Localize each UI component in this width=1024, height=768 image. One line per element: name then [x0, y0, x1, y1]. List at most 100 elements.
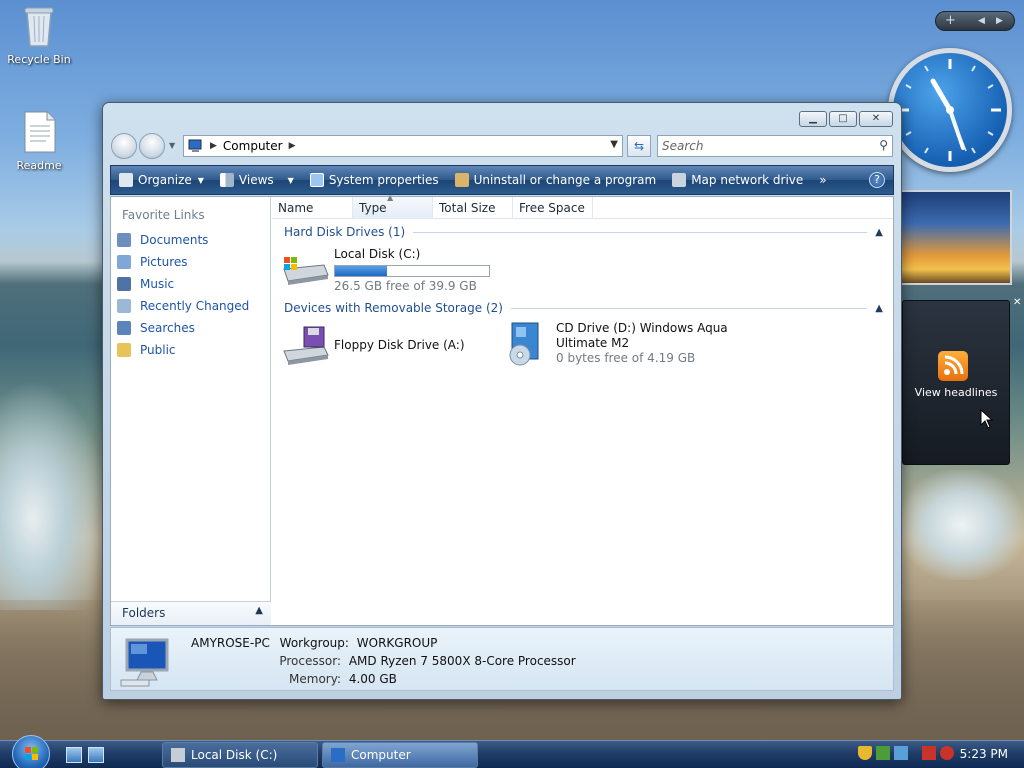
column-name[interactable]: Name [272, 197, 353, 219]
column-total-size[interactable]: Total Size [433, 197, 513, 219]
documents-icon [117, 233, 131, 247]
fav-link-music[interactable]: Music [117, 273, 249, 295]
minimize-button[interactable]: ▁ [799, 111, 827, 127]
add-gadget-icon[interactable]: + [945, 13, 956, 28]
fav-link-label: Documents [140, 233, 209, 247]
next-icon[interactable]: ▶ [996, 16, 1003, 26]
searches-icon [117, 321, 131, 335]
drive-d[interactable]: CD Drive (D:) Windows Aqua Ultimate M2 0… [502, 321, 728, 367]
organize-button[interactable]: Organize ▼ [111, 166, 212, 194]
breadcrumb-arrow-icon[interactable]: ▶ [210, 141, 217, 151]
fav-link-label: Pictures [140, 255, 188, 269]
desktop-icon-readme[interactable]: Readme [1, 110, 77, 172]
taskbar-button-label: Local Disk (C:) [191, 748, 278, 762]
network-icon[interactable] [894, 746, 908, 760]
collapse-icon[interactable]: ▲ [875, 227, 883, 238]
back-button[interactable] [111, 133, 137, 159]
slideshow-gadget[interactable] [900, 190, 1012, 285]
switch-windows-icon[interactable] [88, 747, 104, 763]
more-commands-button[interactable]: » [811, 166, 834, 194]
processor-value: AMD Ryzen 7 5800X 8-Core Processor [348, 654, 576, 668]
chevron-down-icon: ▼ [287, 175, 294, 185]
windows-logo-icon [25, 747, 38, 760]
mouse-cursor-icon [980, 409, 994, 429]
view-headlines-link[interactable]: View headlines [903, 386, 1009, 399]
content-pane: Name Type ▲ Total Size Free Space Hard D… [272, 193, 893, 625]
check-icon[interactable] [876, 746, 890, 760]
drive-name: Floppy Disk Drive (A:) [334, 338, 465, 352]
system-properties-label: System properties [328, 173, 439, 187]
address-bar[interactable]: ▶ Computer ▶ ▼ [183, 135, 623, 157]
taskbar-clock[interactable]: 5:23 PM [960, 747, 1008, 761]
fav-link-label: Music [140, 277, 175, 291]
hard-drive-icon [283, 257, 329, 285]
breadcrumb-computer[interactable]: Computer [223, 139, 283, 153]
folders-label: Folders [122, 606, 166, 620]
taskbar-button-local-disk[interactable]: Local Disk (C:) [162, 742, 318, 768]
address-dropdown-icon[interactable]: ▼ [610, 139, 618, 150]
close-button[interactable]: ✕ [859, 111, 893, 127]
group-header-hdd[interactable]: Hard Disk Drives (1) ▲ [284, 224, 883, 240]
show-desktop-icon[interactable] [66, 747, 82, 763]
recent-pages-icon[interactable]: ▼ [169, 141, 175, 150]
views-label: Views [238, 173, 274, 187]
fav-link-searches[interactable]: Searches [117, 317, 249, 339]
map-network-drive-button[interactable]: Map network drive [664, 166, 811, 194]
workgroup-label: Workgroup: [279, 636, 349, 650]
drive-a[interactable]: Floppy Disk Drive (A:) [280, 325, 465, 367]
search-icon[interactable]: ⚲ [879, 138, 888, 152]
volume-muted-icon[interactable] [940, 746, 954, 760]
capacity-bar-fill [335, 266, 388, 276]
group-label: Devices with Removable Storage (2) [284, 301, 503, 315]
system-properties-icon [309, 173, 324, 187]
fav-link-recently-changed[interactable]: Recently Changed [117, 295, 249, 317]
close-icon[interactable]: ✕ [1013, 298, 1023, 308]
sort-arrow-icon: ▲ [387, 193, 394, 202]
group-header-removable[interactable]: Devices with Removable Storage (2) ▲ [284, 300, 883, 316]
computer-icon [188, 139, 202, 152]
organize-icon [119, 173, 133, 187]
taskbar-button-computer[interactable]: Computer [322, 742, 478, 768]
views-icon [219, 173, 234, 187]
views-button[interactable]: Views ▼ [212, 166, 302, 194]
explorer-window: ▁ □ ✕ ▼ ▶ Computer ▶ ▼ ⇆ Search ⚲ Organi… [102, 102, 902, 700]
drive-free-space: 26.5 GB free of 39.9 GB [334, 279, 477, 293]
fav-link-documents[interactable]: Documents [117, 229, 249, 251]
recycle-bin-icon [24, 7, 54, 47]
sidebar-controls: + ◀ ▶ [935, 11, 1015, 31]
system-properties-button[interactable]: System properties [302, 166, 447, 194]
forward-button[interactable] [139, 133, 165, 159]
memory-label: Memory: [289, 672, 341, 686]
drive-c[interactable]: Local Disk (C:) 26.5 GB free of 39.9 GB [280, 247, 490, 294]
command-bar: Organize ▼ Views ▼ System properties Uni… [110, 165, 894, 195]
maximize-button[interactable]: □ [829, 111, 857, 127]
help-icon[interactable]: ? [869, 172, 885, 188]
fav-link-label: Recently Changed [140, 299, 250, 313]
cd-drive-icon [509, 322, 539, 366]
column-free-space[interactable]: Free Space [513, 197, 593, 219]
previous-icon[interactable]: ◀ [978, 16, 985, 26]
processor-label: Processor: [279, 654, 341, 668]
breadcrumb-arrow-icon[interactable]: ▶ [289, 141, 296, 151]
fav-link-public[interactable]: Public [117, 339, 249, 361]
uninstall-program-button[interactable]: Uninstall or change a program [447, 166, 665, 194]
folders-toggle[interactable]: Folders ▲ [111, 601, 271, 625]
feed-headlines-gadget[interactable]: View headlines [902, 300, 1010, 465]
taskbar: Local Disk (C:) Computer 5:23 PM [0, 735, 1024, 768]
folder-icon [117, 343, 131, 357]
column-type[interactable]: Type ▲ [353, 193, 433, 219]
fav-link-pictures[interactable]: Pictures [117, 251, 249, 273]
navigation-bar: ▼ ▶ Computer ▶ ▼ ⇆ Search ⚲ [111, 133, 893, 159]
collapse-icon[interactable]: ▲ [875, 303, 883, 314]
organize-label: Organize [138, 173, 192, 187]
network-error-icon[interactable] [922, 746, 936, 760]
uninstall-label: Uninstall or change a program [473, 173, 657, 187]
clock-gadget[interactable] [888, 48, 1012, 172]
start-button[interactable] [12, 735, 50, 768]
desktop-icon-recycle-bin[interactable]: Recycle Bin [1, 4, 77, 66]
search-input[interactable]: Search ⚲ [657, 135, 893, 157]
security-shield-icon[interactable] [858, 746, 872, 760]
workgroup-value: WORKGROUP [356, 636, 438, 650]
programs-icon [454, 173, 469, 187]
refresh-button[interactable]: ⇆ [627, 135, 651, 157]
